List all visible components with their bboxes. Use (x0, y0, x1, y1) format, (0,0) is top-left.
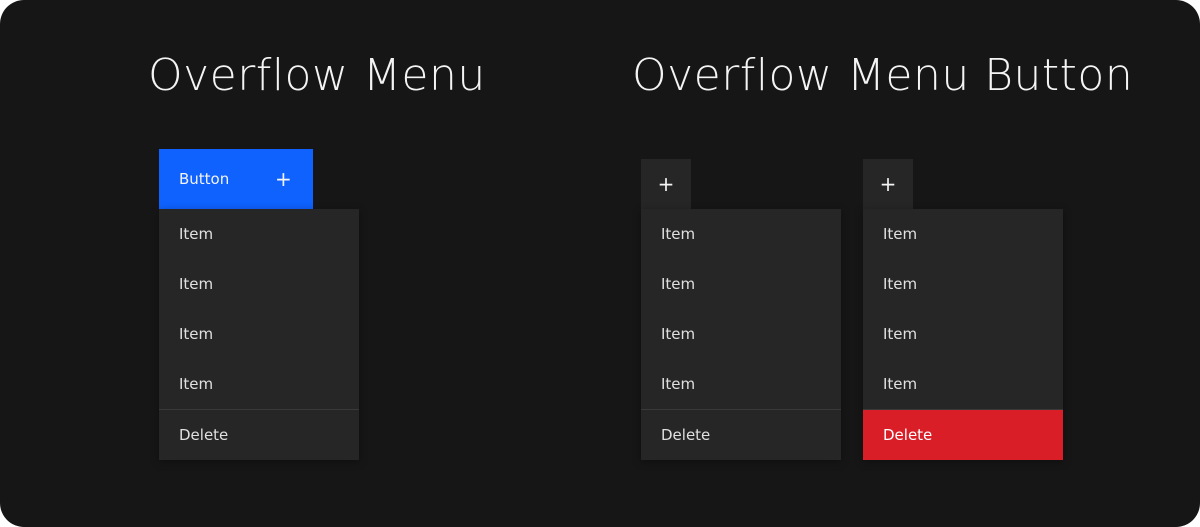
canvas: Overflow Menu Overflow Menu Button Butto… (0, 0, 1200, 527)
menu-item[interactable]: Item (641, 259, 841, 309)
menu-item[interactable]: Item (159, 359, 359, 409)
overflow-menu-trigger-button[interactable]: Button + (159, 149, 313, 209)
delete-menu-item[interactable]: Delete (641, 409, 841, 460)
plus-icon: + (879, 172, 897, 196)
menu-item[interactable]: Item (641, 209, 841, 259)
overflow-menu-icon-button[interactable]: + (641, 159, 691, 209)
overflow-menu-icon-button[interactable]: + (863, 159, 913, 209)
overflow-menu-list: Item Item Item Item Delete (863, 209, 1063, 460)
section-title-overflow-menu-button: Overflow Menu Button (632, 50, 1134, 101)
menu-item[interactable]: Item (863, 259, 1063, 309)
overflow-menu-list: Item Item Item Item Delete (159, 209, 359, 460)
menu-item[interactable]: Item (863, 309, 1063, 359)
delete-menu-item[interactable]: Delete (159, 409, 359, 460)
menu-item[interactable]: Item (159, 209, 359, 259)
menu-item[interactable]: Item (863, 209, 1063, 259)
plus-icon: + (657, 172, 675, 196)
overflow-menu-list: Item Item Item Item Delete (641, 209, 841, 460)
section-title-overflow-menu: Overflow Menu (148, 50, 486, 101)
menu-item[interactable]: Item (159, 259, 359, 309)
menu-item[interactable]: Item (641, 359, 841, 409)
delete-menu-item-hover[interactable]: Delete (863, 409, 1063, 460)
plus-icon: + (275, 167, 292, 191)
menu-item[interactable]: Item (641, 309, 841, 359)
menu-item[interactable]: Item (159, 309, 359, 359)
menu-item[interactable]: Item (863, 359, 1063, 409)
trigger-label: Button (179, 170, 230, 188)
